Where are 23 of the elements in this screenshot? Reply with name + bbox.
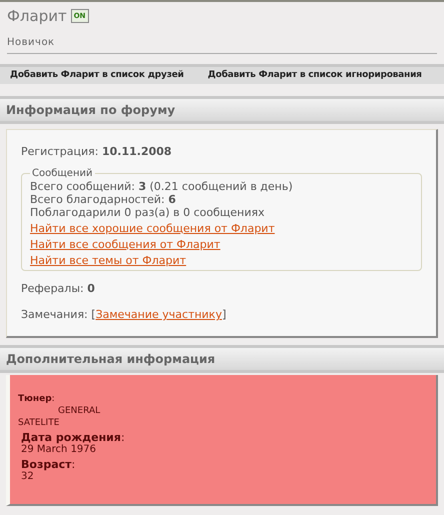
search-link[interactable]: Найти все сообщения от Фларит — [30, 238, 220, 250]
add-to-list-link[interactable]: Добавить Фларит в список игнорирования — [208, 68, 422, 82]
search-link[interactable]: Найти все темы от Фларит — [30, 254, 186, 266]
field-value: 32 — [21, 470, 35, 482]
user-rank: Новичок — [7, 36, 55, 48]
field-value: GENERAL SATELITE — [18, 404, 102, 428]
section-header: Информация по форуму — [0, 96, 444, 124]
field-label: Тюнер: — [18, 392, 56, 404]
username: Фларит — [7, 6, 67, 27]
add-to-list-link[interactable]: Добавить Фларит в список друзей — [10, 68, 184, 82]
field-label: Дата рождения: — [21, 432, 126, 444]
remarks-text: Замечания: [Замечание участнику] — [21, 307, 228, 323]
messages-legend: Сообщений — [30, 166, 94, 180]
referrals-text: Рефералы: 0 — [21, 280, 96, 296]
message-stat: Поблагодарили 0 раз(а) в 0 сообщениях — [30, 206, 266, 218]
field-label: Возраст: — [21, 458, 76, 470]
search-link[interactable]: Найти все хорошие сообщения от Фларит — [30, 222, 275, 234]
message-stat: Всего благодарностей: 6 — [30, 192, 177, 206]
remark-link[interactable]: Замечание участнику — [96, 308, 222, 321]
section-header: Дополнительная информация — [0, 344, 444, 372]
message-stat: Всего сообщений: 3 (0.21 сообщений в день) — [30, 180, 294, 192]
registration-text: Регистрация: 10.11.2008 — [21, 144, 173, 160]
field-value: 29 March 1976 — [21, 444, 98, 456]
